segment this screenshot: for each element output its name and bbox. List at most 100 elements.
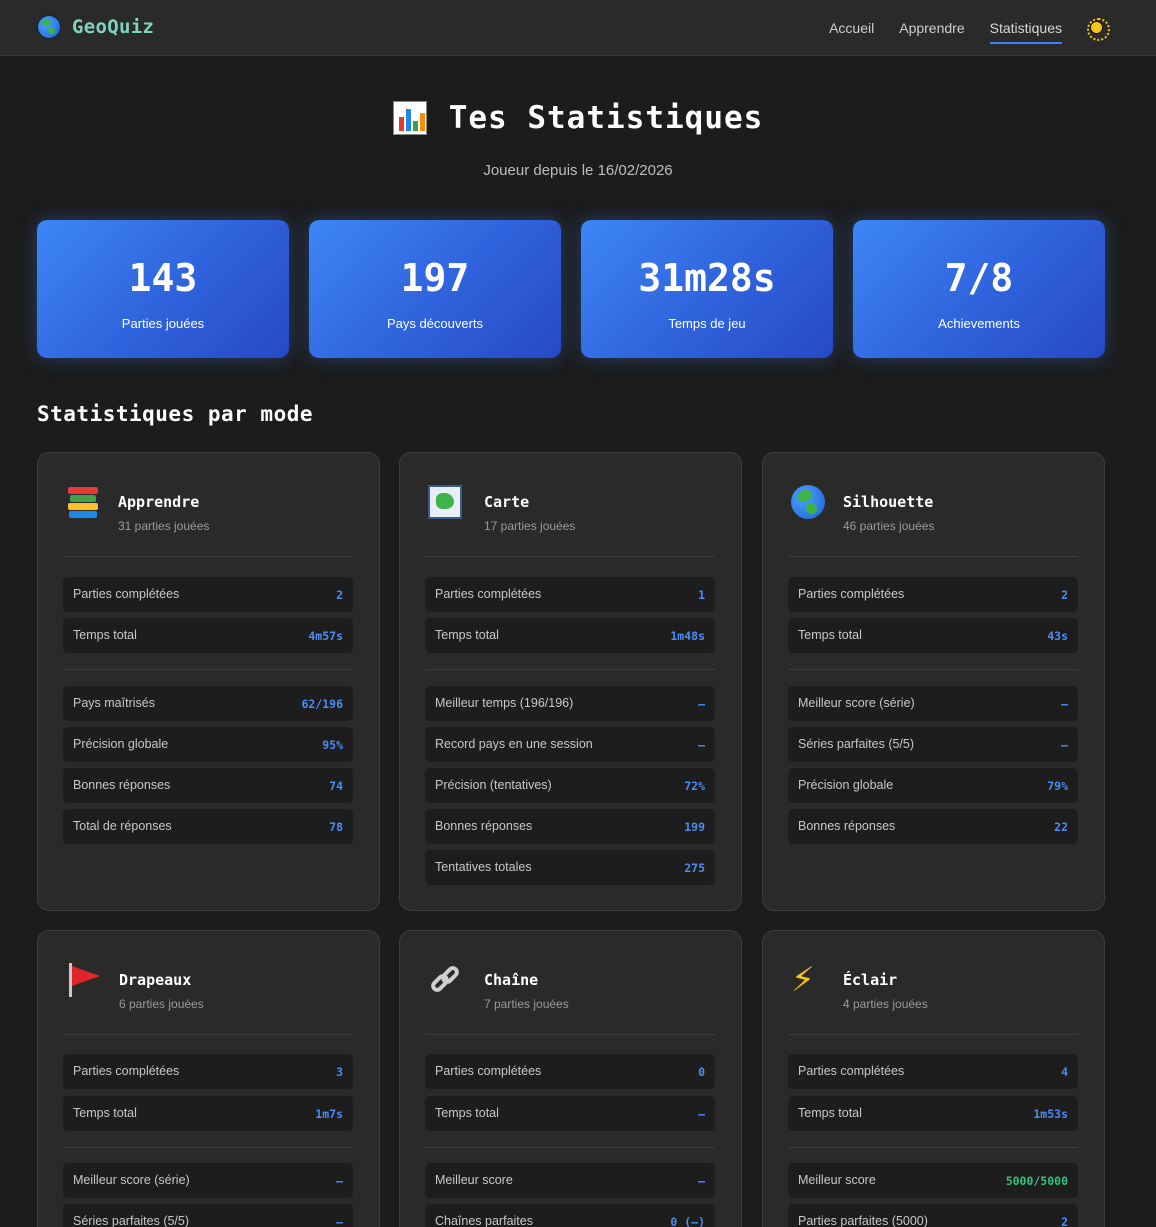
stat-row: Temps total 43s bbox=[788, 618, 1078, 653]
stat-row: Meilleur score (série) – bbox=[788, 686, 1078, 721]
stat-row: Chaînes parfaites 0 (–) bbox=[425, 1204, 715, 1227]
mode-name: Apprendre bbox=[118, 493, 200, 511]
stat-label: Temps total bbox=[73, 1106, 137, 1120]
link-icon bbox=[428, 963, 462, 997]
stat-value: 1m53s bbox=[1033, 1107, 1068, 1121]
stat-row: Parties complétées 0 bbox=[425, 1054, 715, 1089]
stat-value: 0 (–) bbox=[670, 1215, 705, 1227]
stat-label: Meilleur score (série) bbox=[798, 696, 915, 710]
summary-label: Pays découverts bbox=[386, 316, 484, 331]
stat-row: Record pays en une session – bbox=[425, 727, 715, 762]
flag-icon bbox=[66, 963, 100, 997]
stat-label: Précision globale bbox=[73, 737, 169, 751]
summary-value: 197 bbox=[400, 256, 470, 300]
stat-label: Temps total bbox=[798, 1106, 862, 1120]
summary-card-achievements: 7/8 Achievements bbox=[853, 220, 1105, 358]
stat-value: 74 bbox=[329, 779, 343, 793]
stat-label: Bonnes réponses bbox=[798, 819, 896, 833]
stat-row: Précision (tentatives) 72% bbox=[425, 768, 715, 803]
mode-games-count: 46 parties jouées bbox=[843, 519, 935, 533]
stat-value: – bbox=[698, 1174, 705, 1188]
stat-value: 2 bbox=[336, 588, 343, 602]
stat-value: 0 bbox=[698, 1065, 705, 1079]
summary-card-playtime: 31m28s Temps de jeu bbox=[581, 220, 833, 358]
top-nav: GeoQuiz Accueil Apprendre Statistiques bbox=[0, 0, 1156, 56]
lightning-icon: ⚡ bbox=[791, 961, 815, 999]
mode-games-count: 6 parties jouées bbox=[119, 997, 204, 1011]
divider bbox=[788, 1147, 1078, 1148]
brand-name: GeoQuiz bbox=[72, 16, 155, 38]
divider bbox=[63, 1147, 353, 1148]
bar-chart-icon bbox=[392, 101, 427, 135]
stat-row: Séries parfaites (5/5) – bbox=[63, 1204, 353, 1227]
summary-card-games: 143 Parties jouées bbox=[37, 220, 289, 358]
stat-label: Meilleur temps (196/196) bbox=[435, 696, 574, 710]
map-icon bbox=[428, 485, 462, 519]
stat-label: Parties complétées bbox=[798, 1064, 905, 1078]
divider bbox=[63, 556, 353, 557]
stat-value: 22 bbox=[1054, 820, 1068, 834]
stat-value: 72% bbox=[684, 779, 705, 793]
mode-name: Carte bbox=[484, 493, 530, 511]
stat-value: 4m57s bbox=[308, 629, 343, 643]
mode-header: Silhouette 46 parties jouées bbox=[791, 483, 1078, 533]
nav-link-accueil[interactable]: Accueil bbox=[829, 0, 874, 56]
stat-value: 78 bbox=[329, 820, 343, 834]
stat-row: Temps total 4m57s bbox=[63, 618, 353, 653]
sun-icon[interactable] bbox=[1087, 18, 1110, 41]
divider bbox=[63, 1034, 353, 1035]
stat-row: Bonnes réponses 74 bbox=[63, 768, 353, 803]
stat-value: 5000/5000 bbox=[1005, 1174, 1068, 1188]
stat-value: 1 bbox=[698, 588, 705, 602]
stat-label: Parties complétées bbox=[798, 587, 905, 601]
summary-card-countries: 197 Pays découverts bbox=[309, 220, 561, 358]
mode-name: Silhouette bbox=[843, 493, 934, 511]
stat-row: Tentatives totales 275 bbox=[425, 850, 715, 885]
stat-label: Temps total bbox=[73, 628, 137, 642]
stat-value: 43s bbox=[1047, 629, 1068, 643]
stat-row: Parties complétées 3 bbox=[63, 1054, 353, 1089]
mode-games-count: 4 parties jouées bbox=[843, 997, 928, 1011]
stat-row: Pays maîtrisés 62/196 bbox=[63, 686, 353, 721]
mode-header: Carte 17 parties jouées bbox=[428, 483, 715, 533]
nav-link-statistiques[interactable]: Statistiques bbox=[989, 0, 1063, 56]
stat-value: – bbox=[1061, 738, 1068, 752]
stat-row: Temps total 1m53s bbox=[788, 1096, 1078, 1131]
stat-row: Meilleur temps (196/196) – bbox=[425, 686, 715, 721]
mode-card-chaine: Chaîne 7 parties jouées Parties complété… bbox=[399, 930, 742, 1227]
stat-value: 1m7s bbox=[315, 1107, 343, 1121]
stat-row: Bonnes réponses 22 bbox=[788, 809, 1078, 844]
stat-row: Meilleur score (série) – bbox=[63, 1163, 353, 1198]
stat-value: 199 bbox=[684, 820, 705, 834]
divider bbox=[425, 1034, 715, 1035]
divider bbox=[425, 1147, 715, 1148]
mode-name: Éclair bbox=[843, 971, 898, 989]
summary-value: 7/8 bbox=[944, 256, 1014, 300]
mode-card-carte: Carte 17 parties jouées Parties complété… bbox=[399, 452, 742, 911]
mode-games-count: 7 parties jouées bbox=[484, 997, 569, 1011]
stat-label: Meilleur score (série) bbox=[73, 1173, 190, 1187]
globe-icon bbox=[38, 16, 60, 38]
stat-row: Meilleur score – bbox=[425, 1163, 715, 1198]
divider bbox=[788, 556, 1078, 557]
summary-label: Achievements bbox=[938, 316, 1020, 331]
nav-link-apprendre[interactable]: Apprendre bbox=[899, 0, 964, 56]
mode-name: Drapeaux bbox=[119, 971, 192, 989]
summary-label: Parties jouées bbox=[121, 316, 205, 331]
section-title: Statistiques par mode bbox=[37, 402, 314, 426]
mode-card-drapeaux: Drapeaux 6 parties jouées Parties complé… bbox=[37, 930, 380, 1227]
stat-value: – bbox=[336, 1174, 343, 1188]
stat-label: Chaînes parfaites bbox=[435, 1214, 533, 1227]
mode-header: Apprendre 31 parties jouées bbox=[66, 483, 353, 533]
divider bbox=[788, 1034, 1078, 1035]
stat-row: Séries parfaites (5/5) – bbox=[788, 727, 1078, 762]
stat-row: Total de réponses 78 bbox=[63, 809, 353, 844]
stat-label: Total de réponses bbox=[73, 819, 172, 833]
player-since: Joueur depuis le 16/02/2026 bbox=[483, 162, 673, 179]
stat-label: Parties complétées bbox=[73, 587, 180, 601]
mode-card-silhouette: Silhouette 46 parties jouées Parties com… bbox=[762, 452, 1105, 911]
mode-name: Chaîne bbox=[484, 971, 539, 989]
stat-label: Record pays en une session bbox=[435, 737, 593, 751]
brand-link[interactable]: GeoQuiz bbox=[38, 16, 154, 38]
stat-label: Séries parfaites (5/5) bbox=[798, 737, 915, 751]
